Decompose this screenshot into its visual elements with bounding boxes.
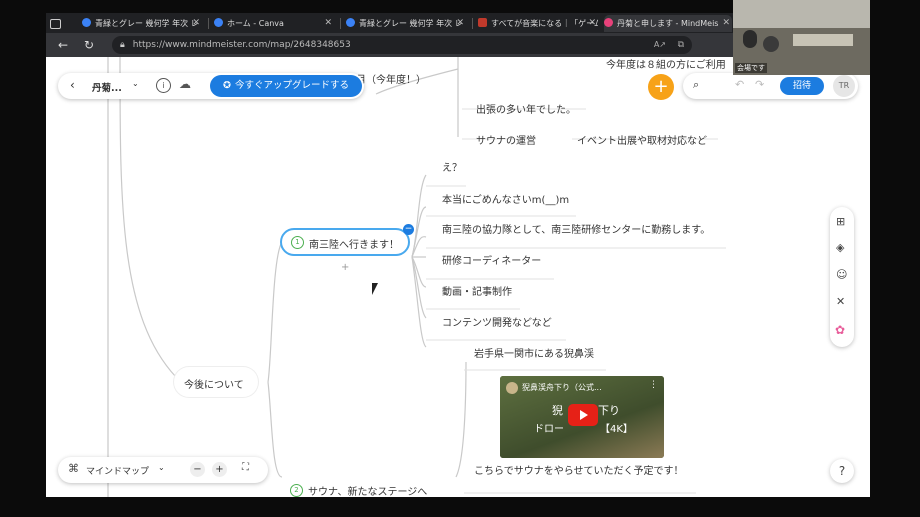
- undo-icon[interactable]: ↶: [735, 78, 744, 91]
- video-more-icon[interactable]: ⋮: [649, 380, 658, 390]
- video-embed[interactable]: 猊鼻渓舟下り（公式... ⋮ 猊 下り ドロー 【4K】: [500, 376, 664, 458]
- topic-partial[interactable]: 月（今年度！）: [356, 71, 426, 86]
- video-overlay-text: 下り: [598, 404, 620, 417]
- zoom-out-button[interactable]: −: [190, 462, 205, 477]
- reload-icon[interactable]: ↻: [84, 36, 94, 54]
- mindmap-canvas[interactable]: 月（今年度！） 今年度は８組の方にご利用 出張の多い年でした。 サウナの運営 イ…: [46, 57, 870, 497]
- star-badge-icon: ✪: [223, 80, 231, 91]
- mouse-cursor-icon: [372, 283, 378, 295]
- topic[interactable]: サウナの運営: [476, 132, 536, 147]
- extension-icon[interactable]: ⧉: [678, 36, 684, 54]
- video-overlay-text: 猊: [552, 404, 563, 417]
- redo-icon[interactable]: ↷: [755, 78, 764, 91]
- topic[interactable]: イベント出展や取材対応など: [577, 132, 707, 147]
- side-tool-panel: ⊞ ◈ ☺ ✕ ✿: [830, 207, 854, 347]
- mindmap-connectors: [107, 57, 726, 497]
- webcam-video-overlay: 会場です: [733, 0, 870, 75]
- lock-icon: 🔒︎: [120, 40, 125, 50]
- back-chevron-icon[interactable]: ‹: [70, 78, 75, 92]
- help-button[interactable]: ?: [830, 459, 854, 483]
- topic-partial[interactable]: 今年度は８組の方にご利用: [606, 56, 726, 71]
- mindmeister-favicon-icon: [604, 18, 613, 27]
- topic-child[interactable]: 研修コーディネーター: [442, 252, 541, 267]
- video-overlay-text: 【4K】: [600, 424, 633, 435]
- invite-button[interactable]: 招待: [780, 77, 824, 95]
- channel-avatar: [506, 382, 518, 394]
- browser-tab-4[interactable]: すべてが音楽になる｜「ゲーム ✕: [478, 15, 598, 32]
- youtube-play-button-icon[interactable]: [568, 404, 598, 426]
- add-topic-plus-icon[interactable]: +: [341, 262, 349, 273]
- topic-number-badge: 1: [291, 236, 304, 249]
- topic-number-badge: 2: [290, 484, 303, 497]
- site-favicon-icon: [478, 18, 487, 27]
- close-tab-icon[interactable]: ✕: [588, 15, 596, 32]
- close-tab-icon[interactable]: ✕: [192, 15, 200, 32]
- zoom-in-button[interactable]: +: [212, 462, 227, 477]
- layout-grid-icon[interactable]: ⊞: [836, 215, 845, 228]
- tab-actions-icon[interactable]: [50, 15, 70, 32]
- map-toolbar: ‹ 丹菊... ⌄ i ☁︎ ✪ 今すぐアップグレードする: [58, 73, 364, 99]
- topic-label: サウナ、新たなステージへ: [308, 487, 428, 497]
- search-icon[interactable]: ⌕: [693, 78, 699, 92]
- url-field[interactable]: 🔒︎ https://www.mindmeister.com/map/264834…: [112, 36, 692, 54]
- chevron-down-icon[interactable]: ⌄: [158, 463, 165, 472]
- add-topic-fab[interactable]: +: [648, 74, 674, 100]
- map-title[interactable]: 丹菊...: [92, 80, 122, 94]
- browser-tab-2[interactable]: ホーム - Canva ✕: [214, 15, 334, 32]
- browser-tab-5-active[interactable]: 丹菊と申します - MindMeis ✕: [604, 15, 732, 32]
- selected-topic-node[interactable]: 1 南三陸へ行きます！ −: [280, 224, 414, 256]
- browser-window: 青緑とグレー 幾何学 年次 レ ✕ ホーム - Canva ✕ 青緑とグレー 幾…: [46, 13, 870, 497]
- topic[interactable]: こちらでサウナをやらせていただく予定です！: [474, 462, 684, 477]
- mindmap-view-icon[interactable]: ⌘: [68, 462, 79, 475]
- collapse-toggle-icon[interactable]: −: [403, 224, 414, 235]
- topic-child[interactable]: え？: [442, 159, 462, 174]
- apps-flower-icon[interactable]: ✿: [835, 323, 845, 337]
- parent-topic-node[interactable]: 今後について: [174, 367, 258, 397]
- canva-favicon-icon: [214, 18, 223, 27]
- video-overlay-text: ドロー: [534, 424, 564, 435]
- cloud-upload-icon[interactable]: ☁︎: [179, 77, 191, 91]
- close-tab-icon[interactable]: ✕: [324, 15, 332, 32]
- view-bar: ⌘ マインドマップ ⌄ − + ⛶: [58, 457, 268, 483]
- topic-child[interactable]: 南三陸の協力隊として、南三陸研修センターに勤務します。: [442, 221, 710, 236]
- avatar[interactable]: TR: [833, 75, 855, 97]
- canva-favicon-icon: [82, 18, 91, 27]
- topic-child[interactable]: コンテンツ開発などなど: [442, 314, 552, 329]
- canva-favicon-icon: [346, 18, 355, 27]
- topic-label: 南三陸へ行きます！: [309, 240, 399, 251]
- view-mode-label[interactable]: マインドマップ: [86, 464, 149, 477]
- close-tab-icon[interactable]: ✕: [456, 15, 464, 32]
- video-title: 猊鼻渓舟下り（公式...: [522, 383, 602, 392]
- topic[interactable]: 岩手県一関市にある猊鼻渓: [474, 345, 594, 360]
- topic[interactable]: 出張の多い年でした。: [476, 101, 576, 116]
- back-arrow-icon[interactable]: ←: [58, 36, 68, 54]
- paint-bucket-icon[interactable]: ◈: [836, 241, 844, 254]
- fit-screen-icon[interactable]: ⛶: [242, 462, 249, 473]
- info-icon[interactable]: i: [156, 78, 171, 93]
- webcam-caption: 会場です: [735, 63, 767, 73]
- topic-child[interactable]: 本当にごめんなさいm(__)m: [442, 191, 569, 206]
- emoji-icon[interactable]: ☺: [836, 268, 847, 281]
- upgrade-button[interactable]: ✪ 今すぐアップグレードする: [210, 75, 362, 97]
- close-tab-icon[interactable]: ✕: [722, 15, 730, 32]
- topic-child[interactable]: 動画・記事制作: [442, 283, 512, 298]
- connections-icon[interactable]: ✕: [836, 295, 845, 308]
- read-aloud-icon[interactable]: A↗: [654, 36, 666, 54]
- topic-label: 今後について: [184, 380, 244, 391]
- browser-tab-3[interactable]: 青緑とグレー 幾何学 年次 レ ✕: [346, 15, 466, 32]
- chevron-down-icon[interactable]: ⌄: [132, 79, 139, 88]
- right-toolbar: ⌕ ↶ ↷ 招待 TR: [683, 73, 858, 99]
- browser-tab-1[interactable]: 青緑とグレー 幾何学 年次 レ ✕: [82, 15, 202, 32]
